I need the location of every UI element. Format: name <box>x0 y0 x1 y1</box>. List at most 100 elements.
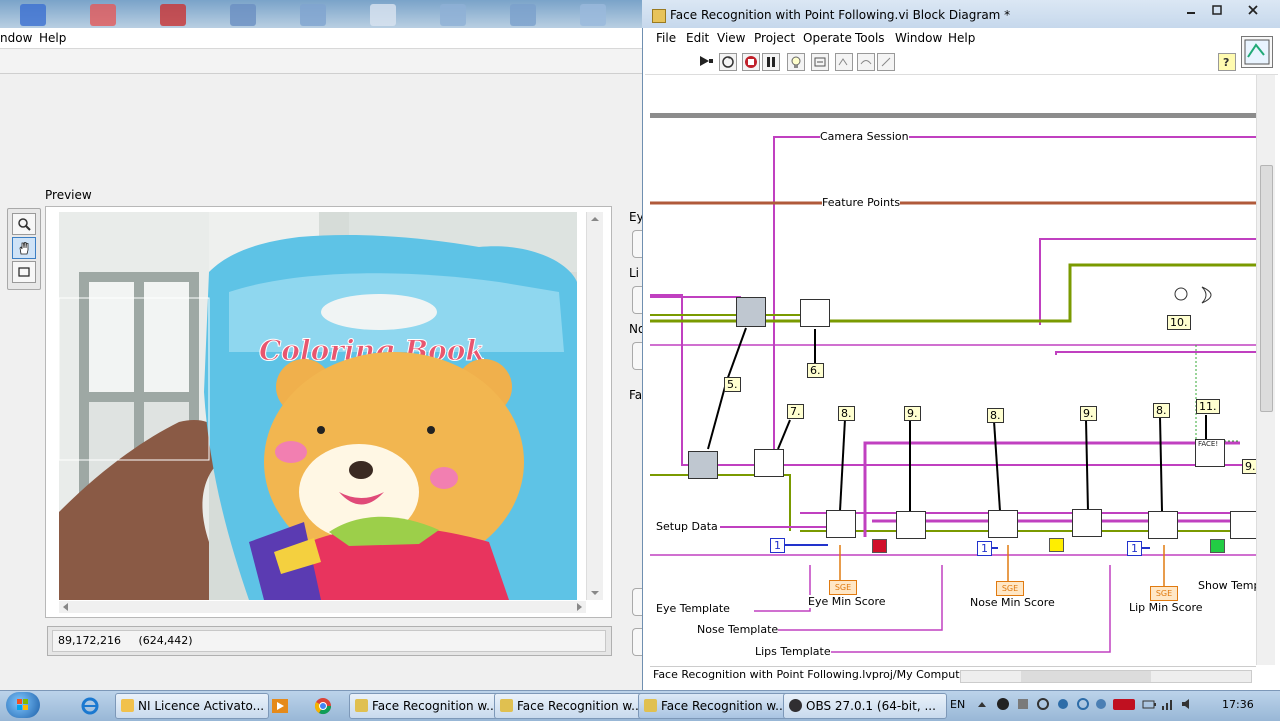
chrome-icon[interactable] <box>313 696 333 716</box>
lip-match-node[interactable] <box>1148 511 1178 539</box>
project-path: Face Recognition with Point Following.lv… <box>653 668 971 681</box>
abort-button[interactable] <box>742 53 760 71</box>
taskbar-item[interactable]: OBS 27.0.1 (64-bit, ... <box>783 693 947 719</box>
menu-window[interactable]: ndow <box>0 31 32 45</box>
pause-button[interactable] <box>762 53 780 71</box>
scrollbar-thumb[interactable] <box>1260 165 1273 412</box>
scrollbar-thumb[interactable] <box>1021 671 1151 682</box>
menu-edit[interactable]: Edit <box>686 31 709 45</box>
vi-icon[interactable] <box>1241 36 1273 68</box>
lip-min-score-terminal[interactable]: SGE <box>1150 586 1178 601</box>
camera-image[interactable]: Coloring Book <box>59 212 577 600</box>
desktop-icon[interactable] <box>370 4 396 26</box>
step-over-button[interactable] <box>857 53 875 71</box>
help-question-icon: ? <box>1223 56 1229 69</box>
nose-min-score-terminal[interactable]: SGE <box>996 581 1024 596</box>
face-indicator-label: Fa <box>629 388 643 402</box>
pan-tool-button[interactable] <box>12 237 36 259</box>
step-tag: 9. <box>1080 406 1097 421</box>
bundle-node[interactable] <box>800 299 830 327</box>
taskbar-item[interactable]: Face Recognition w... <box>494 693 658 719</box>
desktop-icon[interactable] <box>300 4 326 26</box>
menu-tools[interactable]: Tools <box>855 31 885 45</box>
preview-vertical-scrollbar[interactable] <box>586 212 603 600</box>
nose-overlay-node[interactable] <box>1072 509 1102 537</box>
language-indicator[interactable]: EN <box>950 698 965 711</box>
menu-help[interactable]: Help <box>948 31 975 45</box>
eye-overlay-node[interactable] <box>896 511 926 539</box>
rectangle-tool-button[interactable] <box>12 261 36 283</box>
step-out-button[interactable] <box>877 53 895 71</box>
nose-match-node[interactable] <box>988 510 1018 538</box>
yellow-color-constant[interactable] <box>1049 538 1064 552</box>
run-continuously-button[interactable] <box>719 53 737 71</box>
image-tools-palette <box>7 208 41 290</box>
desktop-icon[interactable] <box>90 4 116 26</box>
tray-network-icon[interactable] <box>1094 697 1108 711</box>
volume-icon[interactable] <box>1180 697 1194 711</box>
tray-arrow-icon[interactable] <box>975 698 989 712</box>
step-tag: 7. <box>787 404 804 419</box>
menu-project[interactable]: Project <box>754 31 795 45</box>
eye-match-node[interactable] <box>826 510 856 538</box>
preview-horizontal-scrollbar[interactable] <box>59 601 586 613</box>
desktop-icon[interactable] <box>160 4 186 26</box>
desktop-icon[interactable] <box>20 4 46 26</box>
media-player-icon[interactable] <box>270 696 290 716</box>
taskbar-item[interactable]: Face Recognition w... <box>349 693 513 719</box>
block-diagram-canvas[interactable]: FACE! 1 1 1 SGE SGE SGE 5. 6. 7. 8. 9. 8… <box>650 75 1256 665</box>
step-tag: 6. <box>807 363 824 378</box>
desktop-icon[interactable] <box>580 4 606 26</box>
amd-tray-icon[interactable] <box>1113 699 1135 710</box>
labview-vi-icon <box>500 699 513 712</box>
setup-data-label: Setup Data <box>656 520 718 533</box>
camera-acquire-node[interactable] <box>736 297 766 327</box>
step-tag: 9. <box>1242 459 1256 474</box>
tray-settings-icon[interactable] <box>1036 697 1050 711</box>
menu-window[interactable]: Window <box>895 31 942 45</box>
maximize-icon <box>1212 5 1222 15</box>
step-into-button[interactable] <box>835 53 853 71</box>
desktop-icon[interactable] <box>510 4 536 26</box>
desktop-icon[interactable] <box>230 4 256 26</box>
desktop-icon[interactable] <box>440 4 466 26</box>
highlight-execution-button[interactable] <box>787 53 805 71</box>
menu-help[interactable]: Help <box>39 31 66 45</box>
tray-app-icon[interactable] <box>1016 697 1030 711</box>
labview-vi-icon <box>644 699 657 712</box>
run-button[interactable] <box>698 53 714 69</box>
menu-view[interactable]: View <box>717 31 745 45</box>
maximize-button[interactable] <box>1204 2 1230 18</box>
minimize-button[interactable] <box>1178 2 1204 18</box>
network-icon[interactable] <box>1160 697 1174 711</box>
face-detect-node[interactable]: FACE! <box>1195 439 1225 467</box>
close-button[interactable] <box>1234 2 1272 18</box>
internet-explorer-icon[interactable] <box>80 696 100 716</box>
taskbar-item-active[interactable]: Face Recognition w... <box>638 693 802 719</box>
battery-icon[interactable] <box>1142 697 1156 711</box>
menu-operate[interactable]: Operate <box>803 31 852 45</box>
eye-min-score-terminal[interactable]: SGE <box>829 580 857 595</box>
integer-constant[interactable]: 1 <box>1127 541 1142 556</box>
eye-min-score-label: Eye Min Score <box>808 595 886 608</box>
integer-constant[interactable]: 1 <box>977 541 992 556</box>
pixel-info-readout: 89,172,216 (624,442) <box>52 630 606 652</box>
block-diagram-vertical-scrollbar[interactable] <box>1256 75 1275 665</box>
tray-app-icon[interactable] <box>1076 697 1090 711</box>
red-color-constant[interactable] <box>872 539 887 553</box>
menu-file[interactable]: File <box>656 31 676 45</box>
zoom-tool-button[interactable] <box>12 213 36 235</box>
start-button[interactable] <box>6 692 40 718</box>
taskbar-item[interactable]: NI Licence Activato... <box>115 693 269 719</box>
lip-overlay-node[interactable] <box>1230 511 1256 539</box>
clock[interactable]: 17:36 <box>1222 698 1254 711</box>
camera-grab-node[interactable] <box>688 451 718 479</box>
context-help-button[interactable]: ? <box>1218 53 1236 71</box>
block-diagram-horizontal-scrollbar[interactable] <box>960 670 1252 683</box>
integer-constant[interactable]: 1 <box>770 538 785 553</box>
tray-sync-icon[interactable] <box>1056 697 1070 711</box>
image-dispose-node[interactable] <box>754 449 784 477</box>
green-color-constant[interactable] <box>1210 539 1225 553</box>
tray-app-icon[interactable] <box>996 697 1010 711</box>
retain-wire-values-button[interactable] <box>811 53 829 71</box>
